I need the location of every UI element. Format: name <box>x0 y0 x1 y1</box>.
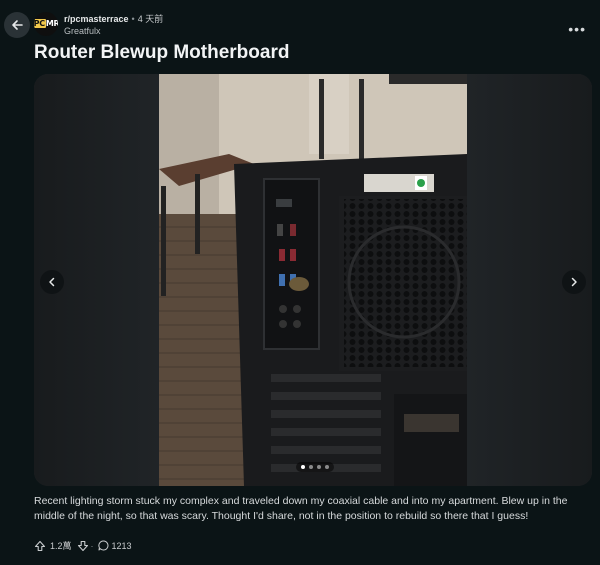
more-options-button[interactable]: ••• <box>568 21 586 37</box>
chevron-left-icon <box>47 277 57 287</box>
meta-separator: • <box>131 14 135 24</box>
upvote-arrow-icon[interactable] <box>34 540 46 552</box>
author-name[interactable]: Greatfulx <box>64 26 101 37</box>
gallery-image[interactable] <box>159 74 467 486</box>
post-body-text: Recent lighting storm stuck my complex a… <box>34 495 568 522</box>
ellipsis-icon: ••• <box>568 21 586 37</box>
actions-separator: · <box>90 540 94 551</box>
subreddit-logo: PCMR <box>34 19 58 28</box>
gallery-pagination <box>296 462 334 472</box>
post-meta: r/pcmasterrace • 4 天前 <box>64 14 163 25</box>
gallery-prev-button[interactable] <box>40 270 64 294</box>
back-button[interactable] <box>4 12 30 38</box>
arrow-left-icon <box>10 18 24 32</box>
vote-group: 1.2萬 <box>34 539 89 552</box>
gallery-dot[interactable] <box>301 465 305 469</box>
post-time: 4 天前 <box>137 14 164 24</box>
image-gallery[interactable] <box>34 74 592 486</box>
gallery-dot[interactable] <box>325 465 329 469</box>
post-header: PCMR r/pcmasterrace • 4 天前 Greatfulx ••• <box>34 10 600 40</box>
chevron-right-icon <box>569 277 579 287</box>
comment-count: 1213 <box>111 540 132 551</box>
comment-bubble-icon <box>97 540 109 551</box>
gallery-next-button[interactable] <box>562 270 586 294</box>
vote-count: 1.2萬 <box>50 541 72 551</box>
downvote-arrow-icon[interactable] <box>77 540 89 552</box>
post-actions: 1.2萬 · 1213 <box>34 539 132 552</box>
gallery-dot[interactable] <box>309 465 313 469</box>
subreddit-link[interactable]: r/pcmasterrace <box>64 14 129 24</box>
subreddit-avatar[interactable]: PCMR <box>34 12 58 36</box>
comments-button[interactable]: 1213 <box>97 540 132 551</box>
pc-case-photo <box>159 74 467 486</box>
gallery-dot[interactable] <box>317 465 321 469</box>
post-title: Router Blewup Motherboard <box>34 42 290 63</box>
